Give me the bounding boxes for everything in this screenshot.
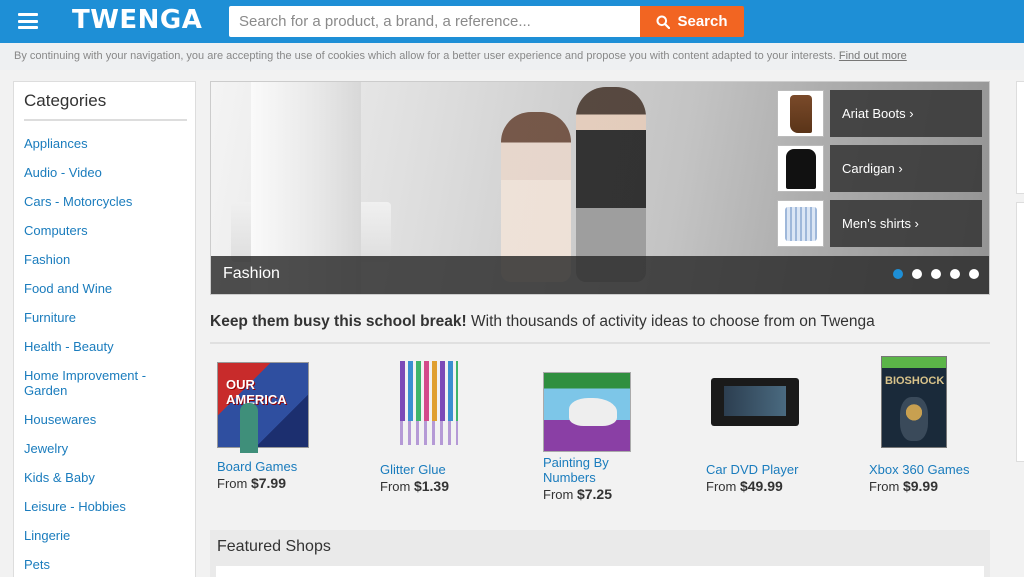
painting-by-numbers-image[interactable] (543, 372, 631, 452)
glitter-glue-image[interactable] (380, 356, 480, 451)
category-list: Appliances Audio - Video Cars - Motorcyc… (24, 136, 189, 577)
category-link[interactable]: Appliances (24, 136, 189, 151)
featured-shops-section: Featured Shops (210, 530, 990, 577)
header-bar: TWENGA Search (0, 0, 1024, 43)
cookie-find-out-more-link[interactable]: Find out more (839, 50, 907, 62)
product-card: Glitter Glue From $1.39 (380, 356, 530, 494)
carousel-dot-3[interactable] (931, 269, 941, 279)
category-link[interactable]: Furniture (24, 310, 189, 325)
car-dvd-player-image[interactable] (706, 356, 806, 451)
categories-sidebar: Categories Appliances Audio - Video Cars… (13, 81, 196, 577)
carousel-dot-4[interactable] (950, 269, 960, 279)
sidebar-divider (24, 119, 187, 121)
product-name-link[interactable]: Board Games (217, 459, 367, 474)
promo-heading-rest: With thousands of activity ideas to choo… (466, 313, 875, 330)
featured-shops-title: Featured Shops (217, 538, 331, 555)
category-link[interactable]: Lingerie (24, 528, 189, 543)
fashion-banner[interactable]: Ariat Boots › Cardigan › Men's shirts › … (210, 81, 990, 295)
category-link[interactable]: Cars - Motorcycles (24, 194, 189, 209)
carousel-dot-5[interactable] (969, 269, 979, 279)
category-link[interactable]: Audio - Video (24, 165, 189, 180)
promo-heading: Keep them busy this school break! With t… (210, 313, 875, 331)
product-name-link[interactable]: Painting By Numbers (543, 455, 633, 485)
banner-caption-bar: Fashion (211, 256, 989, 294)
category-link[interactable]: Computers (24, 223, 189, 238)
xbox-360-game-image[interactable] (881, 356, 947, 448)
category-link[interactable]: Jewelry (24, 441, 189, 456)
product-name-link[interactable]: Car DVD Player (706, 462, 856, 477)
banner-link-ariat-boots[interactable]: Ariat Boots › (777, 90, 982, 137)
product-price: From $7.25 (543, 486, 613, 502)
category-link[interactable]: Housewares (24, 412, 189, 427)
carousel-dot-2[interactable] (912, 269, 922, 279)
cardigan-thumbnail (777, 145, 824, 192)
board-games-image[interactable] (217, 362, 309, 453)
product-price: From $7.99 (217, 475, 287, 491)
shirt-thumbnail (777, 200, 824, 247)
right-panel-top (1016, 81, 1024, 194)
search-input[interactable] (229, 6, 640, 37)
hamburger-menu-icon[interactable] (18, 13, 38, 29)
banner-link-mens-shirts[interactable]: Men's shirts › (777, 200, 982, 247)
product-name-link[interactable]: Glitter Glue (380, 462, 530, 477)
featured-shops-list (216, 566, 984, 577)
category-link[interactable]: Health - Beauty (24, 339, 189, 354)
carousel-dots (893, 269, 979, 279)
product-card: Car DVD Player From $49.99 (706, 356, 856, 494)
banner-link-cardigan[interactable]: Cardigan › (777, 145, 982, 192)
search-button-label: Search (677, 13, 728, 30)
boots-thumbnail (777, 90, 824, 137)
categories-title: Categories (24, 91, 107, 110)
category-link[interactable]: Leisure - Hobbies (24, 499, 189, 514)
banner-link-label: Ariat Boots › (830, 90, 982, 137)
twenga-logo[interactable]: TWENGA (72, 5, 202, 35)
product-name-link[interactable]: Xbox 360 Games (869, 462, 1019, 477)
category-link[interactable]: Fashion (24, 252, 189, 267)
banner-caption: Fashion (223, 265, 280, 282)
category-link[interactable]: Food and Wine (24, 281, 189, 296)
product-card: Xbox 360 Games From $9.99 (869, 356, 1019, 494)
banner-link-label: Cardigan › (830, 145, 982, 192)
carousel-dot-1[interactable] (893, 269, 903, 279)
banner-link-label: Men's shirts › (830, 200, 982, 247)
product-price: From $9.99 (869, 478, 939, 494)
search-icon (656, 15, 671, 29)
cookie-notice-text: By continuing with your navigation, you … (14, 50, 836, 62)
promo-divider (210, 342, 990, 344)
product-card: Board Games From $7.99 (217, 356, 367, 491)
product-card: Painting By Numbers From $7.25 (543, 356, 693, 502)
cookie-notice: By continuing with your navigation, you … (0, 43, 1024, 70)
banner-photo-model-man (576, 87, 646, 282)
category-link[interactable]: Pets (24, 557, 189, 572)
category-link[interactable]: Home Improvement - Garden (24, 368, 189, 398)
product-price: From $49.99 (706, 478, 783, 494)
right-panel-middle (1016, 202, 1024, 462)
search-button[interactable]: Search (640, 6, 744, 37)
product-price: From $1.39 (380, 478, 450, 494)
category-link[interactable]: Kids & Baby (24, 470, 189, 485)
promo-heading-bold: Keep them busy this school break! (210, 313, 467, 330)
